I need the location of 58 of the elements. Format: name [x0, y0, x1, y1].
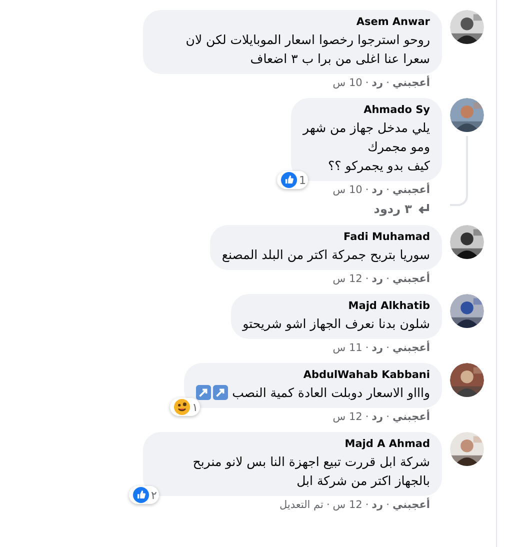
separator-dot: · — [365, 342, 369, 354]
reply-link[interactable]: رد — [372, 273, 384, 285]
commenter-name[interactable]: Majd A Ahmad — [155, 438, 430, 450]
separator-dot: · — [365, 77, 369, 89]
like-icon — [280, 172, 297, 188]
comment-time[interactable]: 12 س — [332, 499, 362, 511]
like-link[interactable]: أعجبني — [392, 411, 430, 423]
comment-time[interactable]: 10 س — [332, 184, 362, 196]
emoji-face-icon — [174, 399, 190, 415]
reply-arrow-icon — [418, 203, 430, 215]
comment-text: روحو استرجوا رخصوا اسعار الموبايلات لكن لان سعرا عنا اغلى من برا ب ٣ اضعاف — [186, 32, 430, 66]
like-link[interactable]: أعجبني — [392, 342, 430, 354]
comment-text: شركة ابل قررت تبيع اجهزة النا بس لانو منربح بالجهاز اكتر من شركة ابل — [192, 454, 430, 488]
reaction-count: 1 — [298, 174, 306, 186]
comment-text: سوريا بتربح جمركة اكتر من البلد المصنع — [222, 247, 430, 262]
comment-text: يلي مدخل جهاز من شهر ومو مجمرك كيف بدو يجمركو ؟؟ — [302, 120, 430, 173]
arrow-emoji-icon — [196, 385, 212, 400]
separator-dot: · — [386, 77, 390, 89]
separator-dot: · — [386, 184, 390, 196]
separator-dot: · — [365, 499, 369, 511]
commenter-name[interactable]: AbdulWahab Kabbani — [196, 369, 430, 381]
comment-time[interactable]: 12 س — [332, 273, 362, 285]
like-link[interactable]: أعجبني — [392, 273, 430, 285]
reply-link[interactable]: رد — [372, 77, 384, 89]
reply-link[interactable]: رد — [372, 499, 384, 511]
separator-dot: · — [386, 499, 390, 511]
like-icon — [133, 487, 149, 503]
separator-dot: · — [386, 411, 390, 423]
like-link[interactable]: أعجبني — [392, 77, 430, 89]
reply-link[interactable]: رد — [372, 411, 384, 423]
comment-time[interactable]: 10 س — [332, 77, 362, 89]
separator-dot: · — [365, 273, 369, 285]
comment-text: شلون بدنا نعرف الجهاز اشو شريحتو — [242, 316, 430, 331]
reply-link[interactable]: رد — [372, 342, 384, 354]
commenter-name[interactable]: Asem Anwar — [155, 16, 430, 28]
comment-time[interactable]: 12 س — [332, 411, 362, 423]
replies-link[interactable]: ٣ ردود — [362, 196, 442, 216]
separator-dot: · — [365, 184, 369, 196]
reaction-count: ١ — [192, 400, 198, 414]
reaction-badge[interactable]: ١ — [170, 398, 200, 416]
arrow-emoji-icon — [213, 385, 228, 400]
like-link[interactable]: أعجبني — [392, 184, 430, 196]
separator-dot: · — [365, 411, 369, 423]
commenter-name[interactable]: Fadi Muhamad — [222, 231, 430, 243]
separator-dot: · — [326, 499, 330, 511]
reaction-count: ٢ — [151, 488, 157, 502]
separator-dot: · — [386, 273, 390, 285]
reply-link[interactable]: رد — [372, 184, 384, 196]
commenter-name[interactable]: Majd Alkhatib — [242, 300, 430, 312]
comment-time[interactable]: 11 س — [332, 342, 362, 354]
reaction-badge[interactable]: ٢ — [129, 486, 159, 504]
comment-text: واااو الاسعار دوبلت العادة كمية النصب — [232, 385, 430, 400]
separator-dot: · — [386, 342, 390, 354]
thread-line — [450, 136, 468, 206]
like-link[interactable]: أعجبني — [392, 499, 430, 511]
commenter-name[interactable]: Ahmado Sy — [302, 104, 430, 116]
edited-label: تم التعديل — [279, 499, 324, 511]
reaction-badge[interactable]: 1 — [276, 171, 308, 189]
